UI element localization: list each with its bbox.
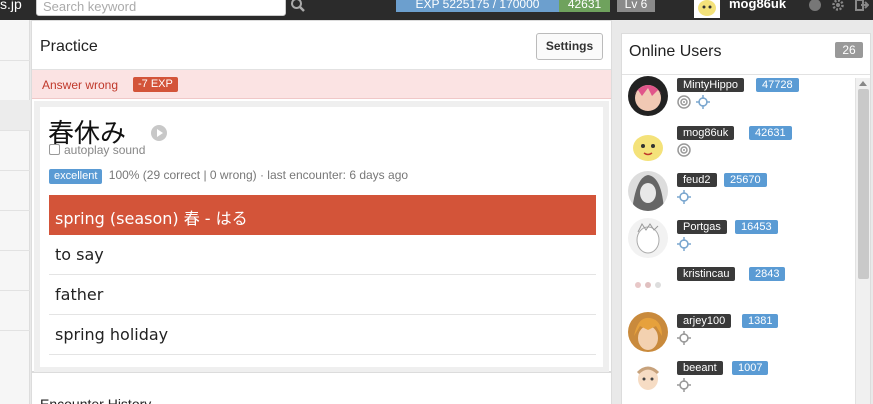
online-users-panel: Online Users 26 MintyHippo 47728 mog86uk… (621, 33, 871, 404)
exp-progress-bar: EXP 5225175 / 170000 (396, 0, 559, 12)
divider (622, 74, 870, 75)
avatar[interactable] (628, 359, 668, 399)
stats-line: excellent 100% (29 correct | 0 wrong) · … (49, 168, 408, 184)
autoplay-checkbox[interactable] (49, 144, 60, 155)
site-logo[interactable]: s.jp (0, 0, 22, 12)
online-users-count: 26 (835, 42, 863, 58)
alert-text: Answer wrong (42, 78, 119, 92)
sidebar-divider (0, 60, 30, 61)
online-users-title: Online Users (629, 43, 722, 60)
sidebar-divider (0, 330, 30, 331)
play-audio-icon[interactable] (150, 124, 168, 142)
user-list-item[interactable]: arjey100 1381 (628, 312, 852, 358)
stats-text: 100% (29 correct | 0 wrong) · last encou… (108, 168, 409, 182)
user-list-item[interactable]: beeant 1007 (628, 359, 852, 404)
user-score: 16453 (735, 220, 778, 234)
autoplay-label: autoplay sound (64, 143, 146, 157)
sidebar-divider (0, 210, 30, 211)
search-icon[interactable] (290, 0, 306, 13)
top-bar: s.jp Search keyword EXP 5225175 / 170000… (0, 0, 873, 20)
logout-icon[interactable] (855, 0, 869, 12)
crosshair-icon (677, 190, 691, 204)
user-score: 1007 (732, 361, 769, 375)
user-list-item[interactable]: Portgas 16453 (628, 218, 852, 264)
rating-badge: excellent (49, 169, 103, 184)
username[interactable]: mog86uk (729, 0, 786, 11)
avatar[interactable] (628, 218, 668, 258)
search-input[interactable]: Search keyword (36, 0, 286, 16)
gear-icon[interactable] (831, 0, 845, 12)
scrollbar-thumb[interactable] (858, 89, 869, 279)
crosshair-icon (677, 237, 691, 251)
answer-option[interactable]: to say (49, 235, 596, 275)
scroll-up-arrow-icon[interactable] (859, 81, 867, 86)
user-score: 42631 (749, 126, 792, 140)
exp-penalty-badge: -7 EXP (133, 77, 178, 92)
left-sidebar (0, 20, 30, 404)
sidebar-divider (0, 290, 30, 291)
user-score: 25670 (724, 173, 767, 187)
panel-title: Practice (40, 38, 98, 55)
user-list-item[interactable]: kristincau 2843 (628, 265, 852, 311)
answer-option[interactable]: father (49, 275, 596, 315)
practice-panel: Practice Settings Answer wrong -7 EXP 春休… (31, 20, 612, 373)
exp-points-badge: 42631 (559, 0, 610, 12)
user-score: 47728 (756, 78, 799, 92)
user-name[interactable]: Portgas (677, 220, 727, 234)
sidebar-divider (0, 130, 30, 131)
answer-option[interactable]: spring holiday (49, 315, 596, 355)
autoplay-toggle[interactable]: autoplay sound (49, 143, 145, 157)
settings-button[interactable]: Settings (536, 33, 603, 60)
user-list-item[interactable]: feud2 25670 (628, 171, 852, 217)
avatar[interactable] (628, 312, 668, 352)
sidebar-divider (0, 170, 30, 171)
crosshair-icon (677, 331, 691, 345)
user-list-item[interactable]: MintyHippo 47728 (628, 76, 852, 122)
answer-option[interactable]: spring (season) 春 - はる (49, 195, 596, 235)
user-name[interactable]: feud2 (677, 173, 717, 187)
target-icon (677, 95, 691, 109)
answer-alert: Answer wrong -7 EXP (32, 70, 611, 99)
user-list-scrollbar[interactable] (855, 78, 870, 404)
avatar[interactable] (628, 171, 668, 211)
user-avatar[interactable] (694, 0, 720, 18)
avatar[interactable] (628, 124, 668, 164)
sidebar-item-selected[interactable] (0, 100, 30, 130)
user-list-item[interactable]: mog86uk 42631 (628, 124, 852, 170)
avatar[interactable] (628, 265, 668, 305)
history-title: Encounter History (40, 396, 152, 404)
sidebar-divider (0, 250, 30, 251)
level-badge: Lv 6 (617, 0, 655, 12)
target-icon (677, 143, 691, 157)
user-name[interactable]: beeant (677, 361, 723, 375)
crosshair-icon (696, 95, 710, 109)
avatar[interactable] (628, 76, 668, 116)
encounter-history-panel: Encounter History (31, 372, 612, 404)
question-box: 春休み autoplay sound excellent 100% (29 co… (34, 101, 609, 373)
status-dot-icon[interactable] (808, 0, 822, 12)
user-name[interactable]: arjey100 (677, 314, 732, 328)
user-score: 1381 (742, 314, 779, 328)
crosshair-icon (677, 378, 691, 392)
user-name[interactable]: mog86uk (677, 126, 735, 140)
user-name[interactable]: MintyHippo (677, 78, 745, 92)
user-name[interactable]: kristincau (677, 267, 736, 281)
user-score: 2843 (749, 267, 786, 281)
